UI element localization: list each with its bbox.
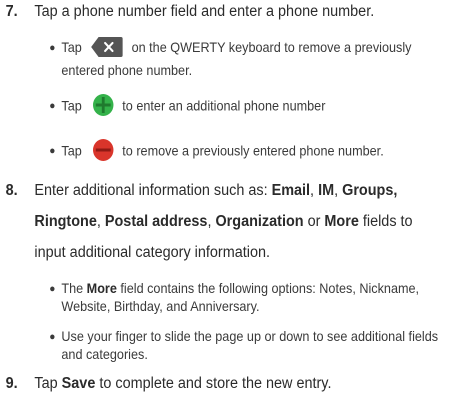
bullet-text-after: to remove a previously entered phone num… (122, 143, 384, 159)
text-run: , (310, 182, 319, 199)
step-number: 7. (5, 3, 18, 20)
bullet-text-line2: Website, Birthday, and Anniversary. (61, 299, 260, 314)
text-run: or (303, 213, 325, 230)
option-postal-address: Postal address (104, 213, 208, 230)
bullet-text: The More field contains the following op… (61, 279, 474, 299)
text-run: The (61, 281, 87, 296)
step-number: 9. (5, 375, 18, 392)
step-number: 8. (5, 182, 18, 199)
text-run: fields to (358, 213, 413, 230)
bullet-text: Use your finger to slide the page up or … (61, 329, 439, 344)
more-field-label: More (86, 281, 117, 296)
option-email: Email (271, 182, 311, 199)
bullet-dot: ● (49, 42, 56, 54)
manual-page: 7. Tap a phone number field and enter a … (0, 0, 441, 392)
bullet-text-after: to enter an additional phone number (122, 98, 326, 114)
text-run: to complete and store the new entry. (95, 375, 332, 392)
text-run: , (96, 213, 105, 230)
delete-key-icon (90, 37, 123, 58)
text-run: Enter additional information such as: (34, 182, 272, 199)
option-ringtone: Ringtone (34, 213, 97, 230)
text-run: field contains the following options: No… (116, 281, 420, 296)
bullet-text-before: Tap (61, 40, 82, 55)
bullet-text: Tap to remove a previously entered phone… (61, 139, 474, 163)
step-text-line3: input additional category information. (34, 244, 271, 261)
bullet-text: Tap on the QWERTY keyboard to remove a p… (61, 37, 474, 58)
bullet-text-line2: entered phone number. (61, 63, 193, 78)
step-text: Tap a phone number field and enter a pho… (34, 3, 375, 20)
add-green-icon (92, 94, 114, 116)
step-text-line2: Ringtone, Postal address, Organization o… (34, 206, 471, 237)
option-im: IM (318, 182, 335, 199)
save-label: Save (61, 375, 96, 392)
text-run: , (207, 213, 216, 230)
remove-red-icon (92, 139, 114, 161)
text-run: Tap (34, 375, 62, 392)
option-more: More (324, 213, 359, 230)
bullet-text-before: Tap (61, 143, 82, 159)
bullet-dot: ● (49, 331, 56, 343)
option-groups: Groups, (342, 182, 398, 199)
bullet-text-line2: and categories. (61, 347, 148, 362)
bullet-dot: ● (49, 145, 56, 157)
bullet-text: Tap to enter an additional phone number (61, 94, 474, 118)
bullet-text-after: on the QWERTY keyboard to remove a previ… (131, 40, 412, 55)
option-organization: Organization (215, 213, 304, 230)
step-text-line1: Enter additional information such as: Em… (34, 175, 471, 206)
text-run: , (334, 182, 343, 199)
bullet-dot: ● (49, 283, 56, 295)
bullet-text-before: Tap (61, 98, 82, 114)
step-text: Tap Save to complete and store the new e… (34, 368, 471, 399)
bullet-dot: ● (49, 100, 56, 112)
